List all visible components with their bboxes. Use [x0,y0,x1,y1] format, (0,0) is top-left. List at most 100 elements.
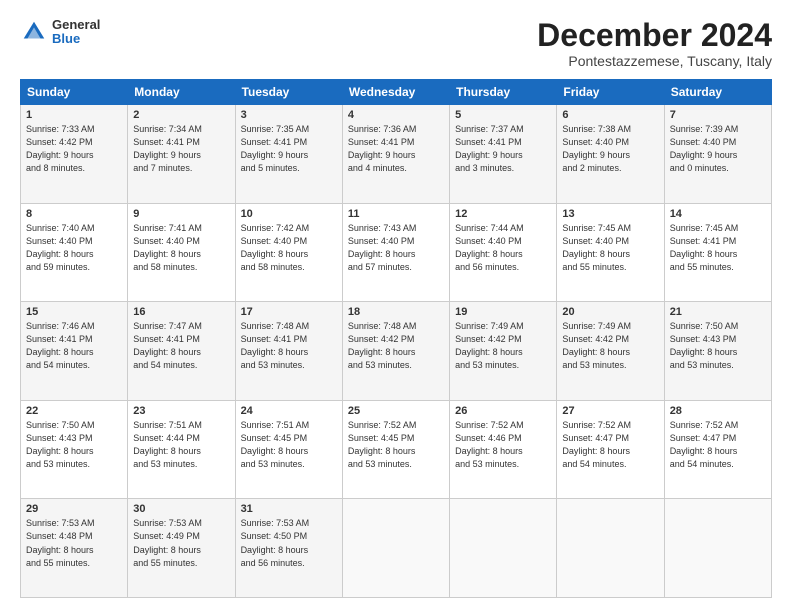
day-number: 26 [455,405,551,417]
table-row: 6Sunrise: 7:38 AM Sunset: 4:40 PM Daylig… [557,105,664,204]
logo: General Blue [20,18,100,47]
day-number: 14 [670,208,766,220]
day-info: Sunrise: 7:53 AM Sunset: 4:49 PM Dayligh… [133,517,229,569]
day-info: Sunrise: 7:39 AM Sunset: 4:40 PM Dayligh… [670,123,766,175]
day-number: 17 [241,306,337,318]
day-number: 31 [241,503,337,515]
header-friday: Friday [557,80,664,105]
table-row: 25 Sunrise: 7:52 AM Sunset: 4:45 PM Dayli… [342,400,449,499]
day-info: Sunrise: 7:49 AM Sunset: 4:42 PM Dayligh… [455,320,551,372]
day-info: Sunrise: 7:38 AM Sunset: 4:40 PM Dayligh… [562,123,658,175]
day-info: Sunrise: 7:50 AM Sunset: 4:43 PM Dayligh… [670,320,766,372]
day-info: Sunrise: 7:36 AM Sunset: 4:41 PM Dayligh… [348,123,444,175]
day-info: Sunrise: 7:53 AM Sunset: 4:48 PM Dayligh… [26,517,122,569]
day-info: Sunrise: 7:40 AM Sunset: 4:40 PM Dayligh… [26,222,122,274]
day-info: Sunrise: 7:47 AM Sunset: 4:41 PM Dayligh… [133,320,229,372]
logo-blue-text: Blue [52,32,100,46]
calendar-week-row: 29 Sunrise: 7:53 AM Sunset: 4:48 PM Dayli… [21,499,772,598]
table-row: 23 Sunrise: 7:51 AM Sunset: 4:44 PM Dayli… [128,400,235,499]
day-info: Sunrise: 7:33 AM Sunset: 4:42 PM Dayligh… [26,123,122,175]
day-info: Sunrise: 7:44 AM Sunset: 4:40 PM Dayligh… [455,222,551,274]
day-info: Sunrise: 7:45 AM Sunset: 4:40 PM Dayligh… [562,222,658,274]
day-number: 7 [670,109,766,121]
day-number: 28 [670,405,766,417]
table-row [664,499,771,598]
day-info: Sunrise: 7:37 AM Sunset: 4:41 PM Dayligh… [455,123,551,175]
table-row: 17 Sunrise: 7:48 AM Sunset: 4:41 PM Dayli… [235,302,342,401]
header-tuesday: Tuesday [235,80,342,105]
title-block: December 2024 Pontestazzemese, Tuscany, … [537,18,772,69]
day-info: Sunrise: 7:52 AM Sunset: 4:46 PM Dayligh… [455,419,551,471]
table-row: 20Sunrise: 7:49 AM Sunset: 4:42 PM Dayli… [557,302,664,401]
table-row [557,499,664,598]
day-info: Sunrise: 7:53 AM Sunset: 4:50 PM Dayligh… [241,517,337,569]
day-number: 20 [562,306,658,318]
table-row: 18 Sunrise: 7:48 AM Sunset: 4:42 PM Dayli… [342,302,449,401]
month-title: December 2024 [537,18,772,53]
day-info: Sunrise: 7:52 AM Sunset: 4:47 PM Dayligh… [562,419,658,471]
logo-general-text: General [52,18,100,32]
day-number: 24 [241,405,337,417]
day-info: Sunrise: 7:48 AM Sunset: 4:41 PM Dayligh… [241,320,337,372]
table-row: 14 Sunrise: 7:45 AM Sunset: 4:41 PM Dayli… [664,203,771,302]
day-number: 22 [26,405,122,417]
calendar-week-row: 22Sunrise: 7:50 AM Sunset: 4:43 PM Dayli… [21,400,772,499]
table-row: 30 Sunrise: 7:53 AM Sunset: 4:49 PM Dayli… [128,499,235,598]
day-number: 8 [26,208,122,220]
day-number: 5 [455,109,551,121]
table-row [342,499,449,598]
table-row: 3 Sunrise: 7:35 AM Sunset: 4:41 PM Daylig… [235,105,342,204]
header-wednesday: Wednesday [342,80,449,105]
day-info: Sunrise: 7:51 AM Sunset: 4:45 PM Dayligh… [241,419,337,471]
day-number: 30 [133,503,229,515]
day-number: 3 [241,109,337,121]
day-info: Sunrise: 7:51 AM Sunset: 4:44 PM Dayligh… [133,419,229,471]
location: Pontestazzemese, Tuscany, Italy [537,53,772,69]
table-row: 5 Sunrise: 7:37 AM Sunset: 4:41 PM Daylig… [450,105,557,204]
table-row: 26 Sunrise: 7:52 AM Sunset: 4:46 PM Dayli… [450,400,557,499]
calendar-week-row: 15 Sunrise: 7:46 AM Sunset: 4:41 PM Dayli… [21,302,772,401]
header-sunday: Sunday [21,80,128,105]
table-row: 16 Sunrise: 7:47 AM Sunset: 4:41 PM Dayli… [128,302,235,401]
day-info: Sunrise: 7:35 AM Sunset: 4:41 PM Dayligh… [241,123,337,175]
calendar-week-row: 1Sunrise: 7:33 AM Sunset: 4:42 PM Daylig… [21,105,772,204]
day-info: Sunrise: 7:43 AM Sunset: 4:40 PM Dayligh… [348,222,444,274]
table-row: 10Sunrise: 7:42 AM Sunset: 4:40 PM Dayli… [235,203,342,302]
day-number: 9 [133,208,229,220]
day-number: 18 [348,306,444,318]
day-info: Sunrise: 7:48 AM Sunset: 4:42 PM Dayligh… [348,320,444,372]
table-row: 11 Sunrise: 7:43 AM Sunset: 4:40 PM Dayli… [342,203,449,302]
table-row: 2Sunrise: 7:34 AM Sunset: 4:41 PM Daylig… [128,105,235,204]
table-row: 15 Sunrise: 7:46 AM Sunset: 4:41 PM Dayli… [21,302,128,401]
day-info: Sunrise: 7:52 AM Sunset: 4:45 PM Dayligh… [348,419,444,471]
table-row: 21 Sunrise: 7:50 AM Sunset: 4:43 PM Dayli… [664,302,771,401]
calendar-page: General Blue December 2024 Pontestazzeme… [0,0,792,612]
day-number: 13 [562,208,658,220]
logo-text: General Blue [52,18,100,47]
day-info: Sunrise: 7:41 AM Sunset: 4:40 PM Dayligh… [133,222,229,274]
table-row: 19Sunrise: 7:49 AM Sunset: 4:42 PM Dayli… [450,302,557,401]
day-number: 12 [455,208,551,220]
day-number: 25 [348,405,444,417]
day-info: Sunrise: 7:45 AM Sunset: 4:41 PM Dayligh… [670,222,766,274]
calendar-table: Sunday Monday Tuesday Wednesday Thursday… [20,79,772,598]
day-number: 16 [133,306,229,318]
table-row: 12 Sunrise: 7:44 AM Sunset: 4:40 PM Dayli… [450,203,557,302]
table-row: 29 Sunrise: 7:53 AM Sunset: 4:48 PM Dayli… [21,499,128,598]
table-row: 27Sunrise: 7:52 AM Sunset: 4:47 PM Dayli… [557,400,664,499]
day-number: 21 [670,306,766,318]
day-number: 15 [26,306,122,318]
table-row: 1Sunrise: 7:33 AM Sunset: 4:42 PM Daylig… [21,105,128,204]
table-row: 4Sunrise: 7:36 AM Sunset: 4:41 PM Daylig… [342,105,449,204]
day-number: 11 [348,208,444,220]
day-number: 2 [133,109,229,121]
day-info: Sunrise: 7:46 AM Sunset: 4:41 PM Dayligh… [26,320,122,372]
table-row: 8 Sunrise: 7:40 AM Sunset: 4:40 PM Daylig… [21,203,128,302]
day-info: Sunrise: 7:42 AM Sunset: 4:40 PM Dayligh… [241,222,337,274]
weekday-header-row: Sunday Monday Tuesday Wednesday Thursday… [21,80,772,105]
table-row: 13 Sunrise: 7:45 AM Sunset: 4:40 PM Dayli… [557,203,664,302]
table-row: 31 Sunrise: 7:53 AM Sunset: 4:50 PM Dayli… [235,499,342,598]
day-number: 23 [133,405,229,417]
table-row: 9 Sunrise: 7:41 AM Sunset: 4:40 PM Daylig… [128,203,235,302]
day-number: 29 [26,503,122,515]
